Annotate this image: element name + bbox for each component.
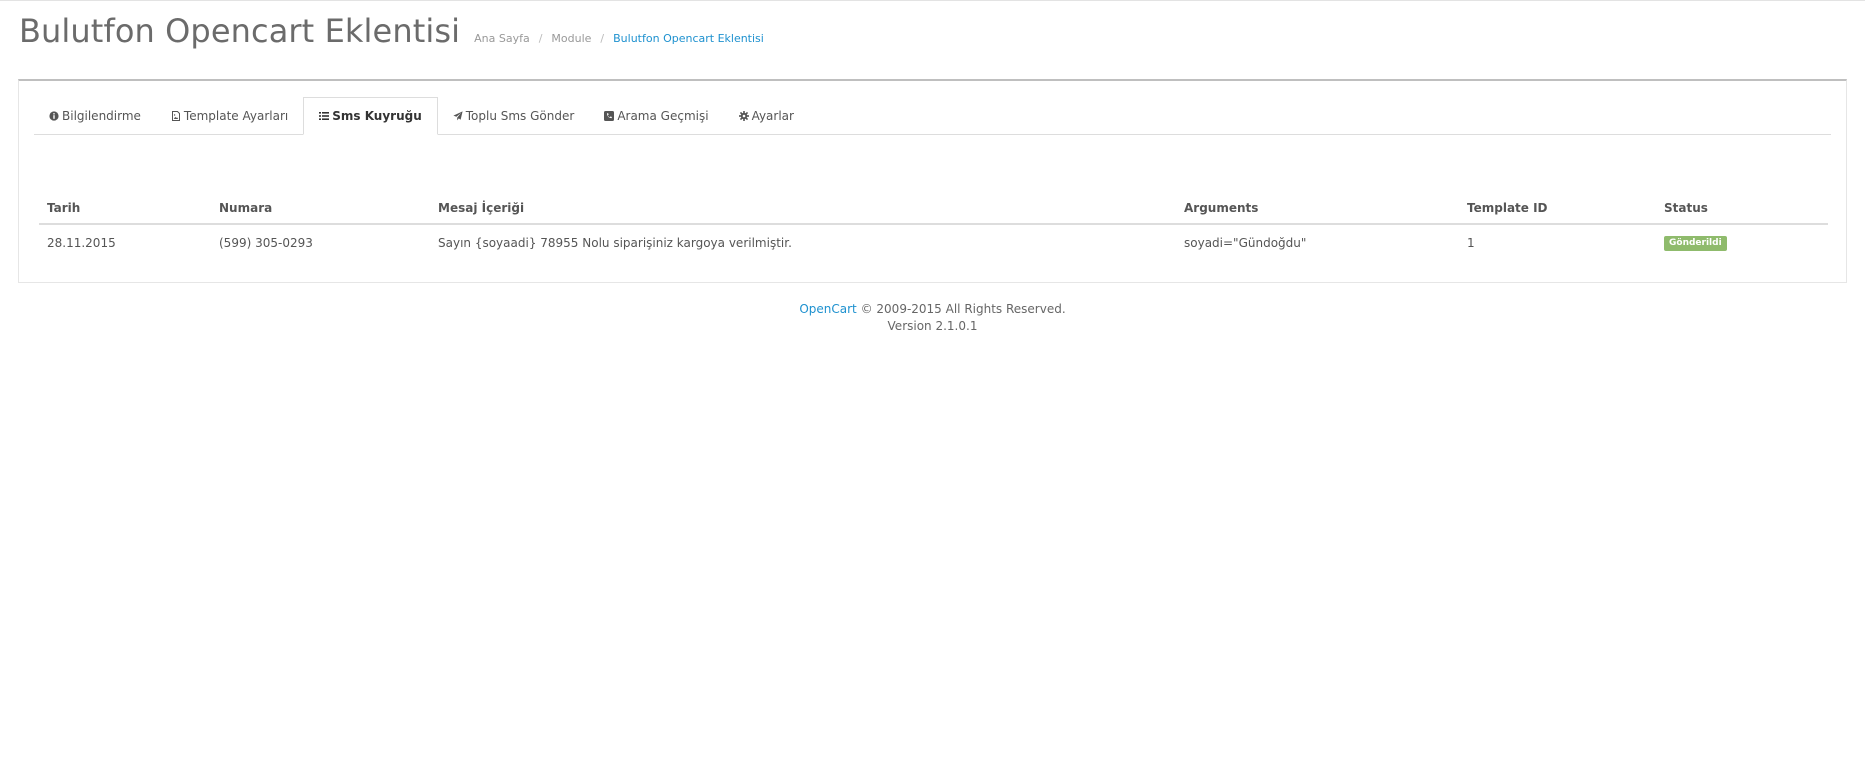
breadcrumb-module-link[interactable]: Module (551, 32, 591, 45)
page-title: Bulutfon Opencart Eklentisi (19, 12, 461, 50)
gear-icon (738, 110, 749, 121)
tab-label: Bilgilendirme (62, 108, 141, 123)
top-border (0, 0, 1865, 1)
column-header-status[interactable]: Status (1656, 193, 1828, 225)
breadcrumb-separator: / (600, 32, 605, 45)
cell-mesaj: Sayın {soyaadi} 78955 Nolu siparişiniz k… (438, 235, 792, 250)
tab-ayarlar[interactable]: Ayarlar (724, 97, 809, 134)
cell-numara: (599) 305-0293 (219, 235, 313, 250)
status-badge: Gönderildi (1664, 235, 1727, 252)
column-header-arguments[interactable]: Arguments (1176, 193, 1459, 225)
tab-label: Template Ayarları (183, 108, 289, 123)
opencart-link[interactable]: OpenCart (799, 302, 856, 316)
info-circle-icon (49, 110, 59, 121)
tab-bilgilendirme[interactable]: Bilgilendirme (34, 97, 156, 134)
tab-toplu-sms-gonder[interactable]: Toplu Sms Gönder (438, 97, 590, 134)
list-icon (319, 111, 330, 121)
column-header-mesaj[interactable]: Mesaj İçeriği (430, 193, 1176, 225)
tab-label: Toplu Sms Gönder (465, 108, 575, 123)
cell-arguments: soyadi="Gündoğdu" (1184, 235, 1307, 250)
column-header-tarih[interactable]: Tarih (39, 193, 211, 225)
cell-status: Gönderildi (1656, 224, 1828, 260)
sms-queue-table: Tarih Numara Mesaj İçeriği Arguments Tem… (39, 193, 1828, 260)
file-image-icon (171, 110, 181, 121)
footer: OpenCart © 2009-2015 All Rights Reserved… (0, 301, 1865, 335)
cell-tarih: 28.11.2015 (47, 235, 116, 250)
paper-plane-icon (453, 110, 463, 121)
tab-label: Ayarlar (751, 108, 794, 123)
tab-bar: Bilgilendirme Template Ayarları Sms Kuyr… (34, 97, 1831, 135)
tab-template-ayarlari[interactable]: Template Ayarları (156, 97, 303, 134)
column-header-numara[interactable]: Numara (211, 193, 430, 225)
tab-arama-gecmisi[interactable]: Arama Geçmişi (589, 97, 723, 134)
cell-template-id: 1 (1467, 235, 1475, 250)
breadcrumb: Ana Sayfa / Module / Bulutfon Opencart E… (474, 32, 764, 45)
tab-label: Arama Geçmişi (617, 108, 709, 123)
table-header-row: Tarih Numara Mesaj İçeriği Arguments Tem… (39, 193, 1828, 225)
footer-copyright-line: OpenCart © 2009-2015 All Rights Reserved… (0, 301, 1865, 318)
breadcrumb-current-link[interactable]: Bulutfon Opencart Eklentisi (613, 32, 764, 45)
breadcrumb-separator: / (538, 32, 543, 45)
tab-label: Sms Kuyruğu (332, 109, 422, 123)
table-row: 28.11.2015 (599) 305-0293 Sayın {soyaadi… (39, 224, 1828, 260)
column-header-template-id[interactable]: Template ID (1459, 193, 1656, 225)
tab-sms-kuyrugu[interactable]: Sms Kuyruğu (303, 97, 438, 135)
breadcrumb-home-link[interactable]: Ana Sayfa (474, 32, 530, 45)
footer-version: Version 2.1.0.1 (887, 319, 978, 333)
footer-copyright: © 2009-2015 All Rights Reserved. (860, 302, 1066, 316)
module-panel: Bilgilendirme Template Ayarları Sms Kuyr… (18, 79, 1847, 283)
phone-square-icon (604, 110, 615, 121)
page-header: Bulutfon Opencart Eklentisi Ana Sayfa / … (19, 12, 764, 50)
